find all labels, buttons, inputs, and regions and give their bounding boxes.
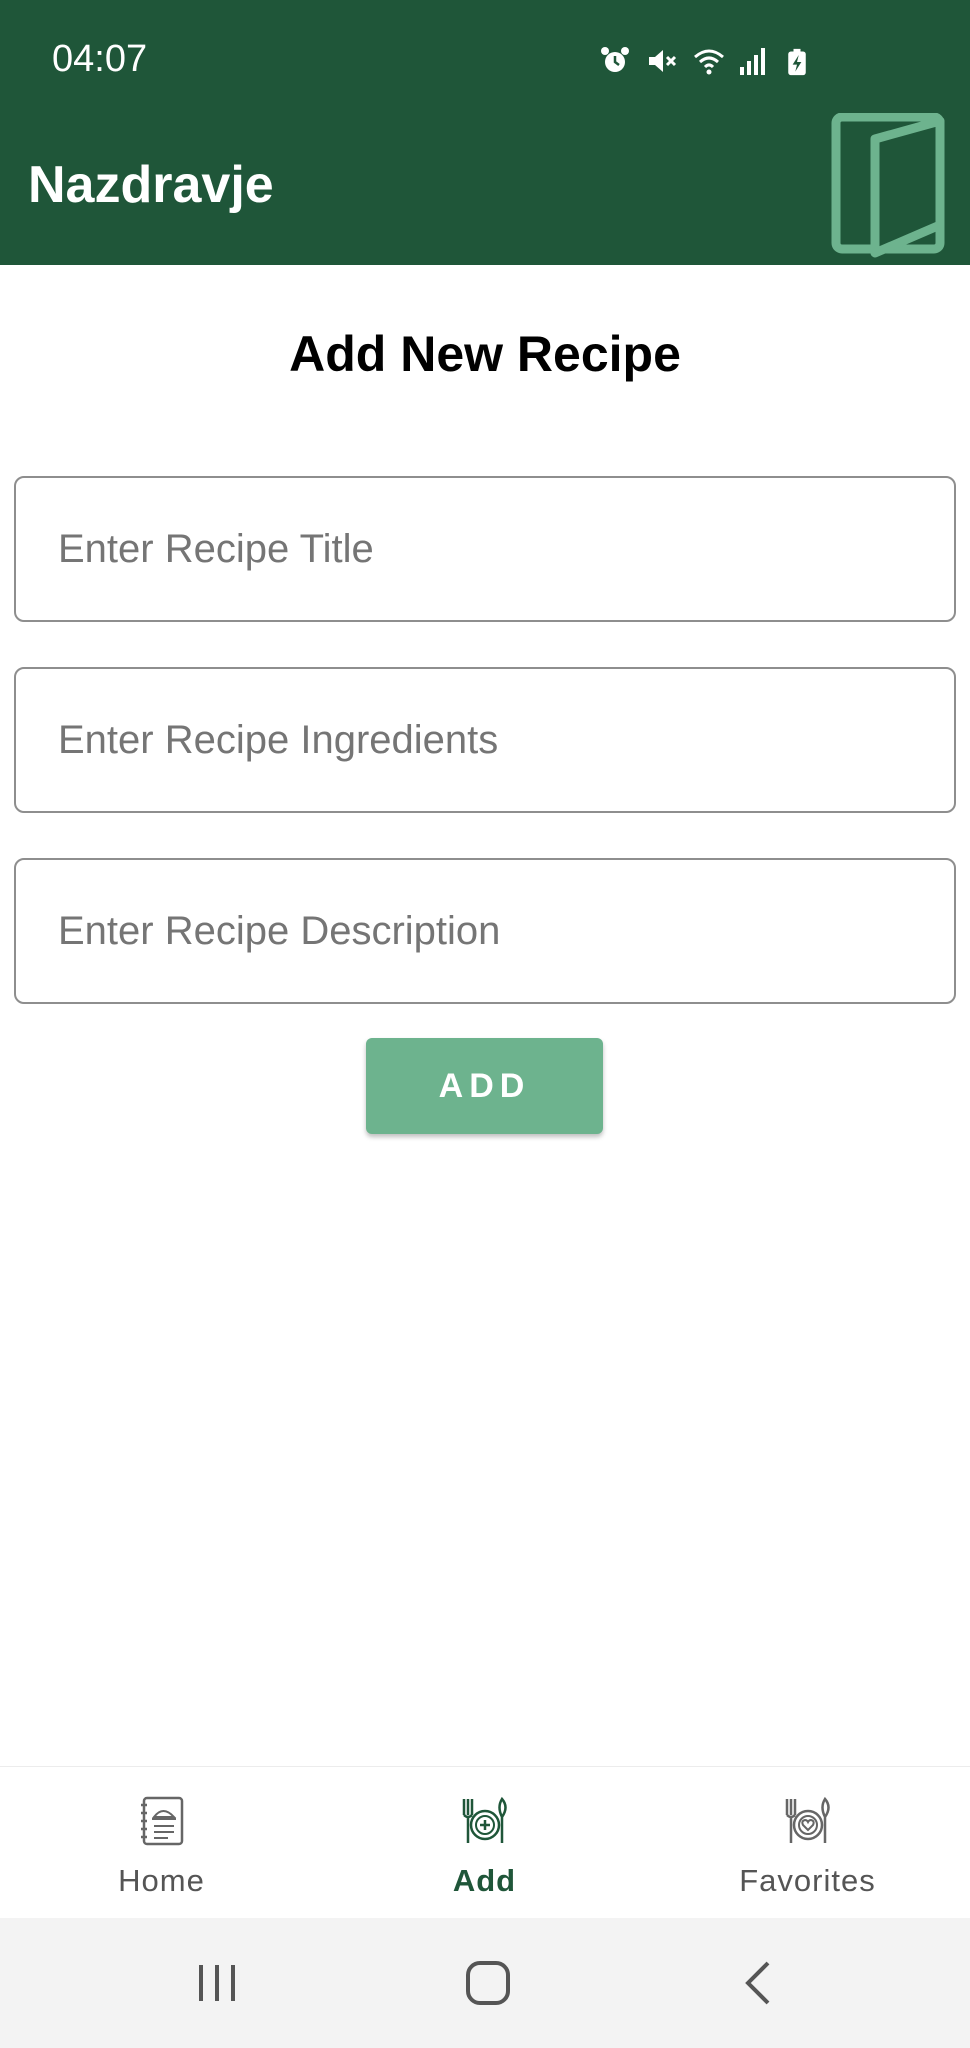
- nav-label-home: Home: [118, 1863, 205, 1898]
- recipe-title-field[interactable]: [14, 476, 956, 622]
- signal-icon: [737, 45, 769, 77]
- bottom-navigation: Home Add Favorites: [0, 1766, 970, 1919]
- recipe-description-input[interactable]: [16, 860, 954, 1002]
- wifi-icon: [691, 45, 724, 77]
- recipe-ingredients-field[interactable]: [14, 667, 956, 813]
- status-icons: [599, 45, 815, 77]
- book-logo-icon: [831, 113, 945, 258]
- nav-item-add[interactable]: Add: [323, 1767, 646, 1919]
- plate-plus-icon: [462, 1796, 507, 1843]
- back-icon[interactable]: [730, 1953, 790, 2013]
- nav-label-favorites: Favorites: [739, 1863, 876, 1898]
- mute-icon: [645, 45, 677, 77]
- page-title: Add New Recipe: [289, 326, 681, 382]
- recipe-title-input[interactable]: [16, 478, 954, 620]
- home-icon[interactable]: [458, 1953, 518, 2013]
- app-title: Nazdravje: [28, 156, 274, 214]
- alarm-icon: [599, 45, 631, 77]
- recipe-description-field[interactable]: [14, 858, 956, 1004]
- battery-charging-icon: [783, 45, 815, 77]
- nav-item-home[interactable]: Home: [0, 1767, 323, 1919]
- add-recipe-button[interactable]: ADD: [366, 1038, 603, 1134]
- recipe-ingredients-input[interactable]: [16, 669, 954, 811]
- status-bar: 04:07: [0, 0, 970, 125]
- recents-icon[interactable]: [187, 1953, 247, 2013]
- recipe-book-icon: [140, 1796, 183, 1846]
- nav-item-favorites[interactable]: Favorites: [646, 1767, 969, 1919]
- app-bar: Nazdravje: [0, 113, 970, 265]
- status-time: 04:07: [52, 38, 148, 80]
- system-navigation-bar: [0, 1918, 970, 2048]
- nav-label-add: Add: [452, 1863, 517, 1898]
- plate-heart-icon: [785, 1796, 830, 1843]
